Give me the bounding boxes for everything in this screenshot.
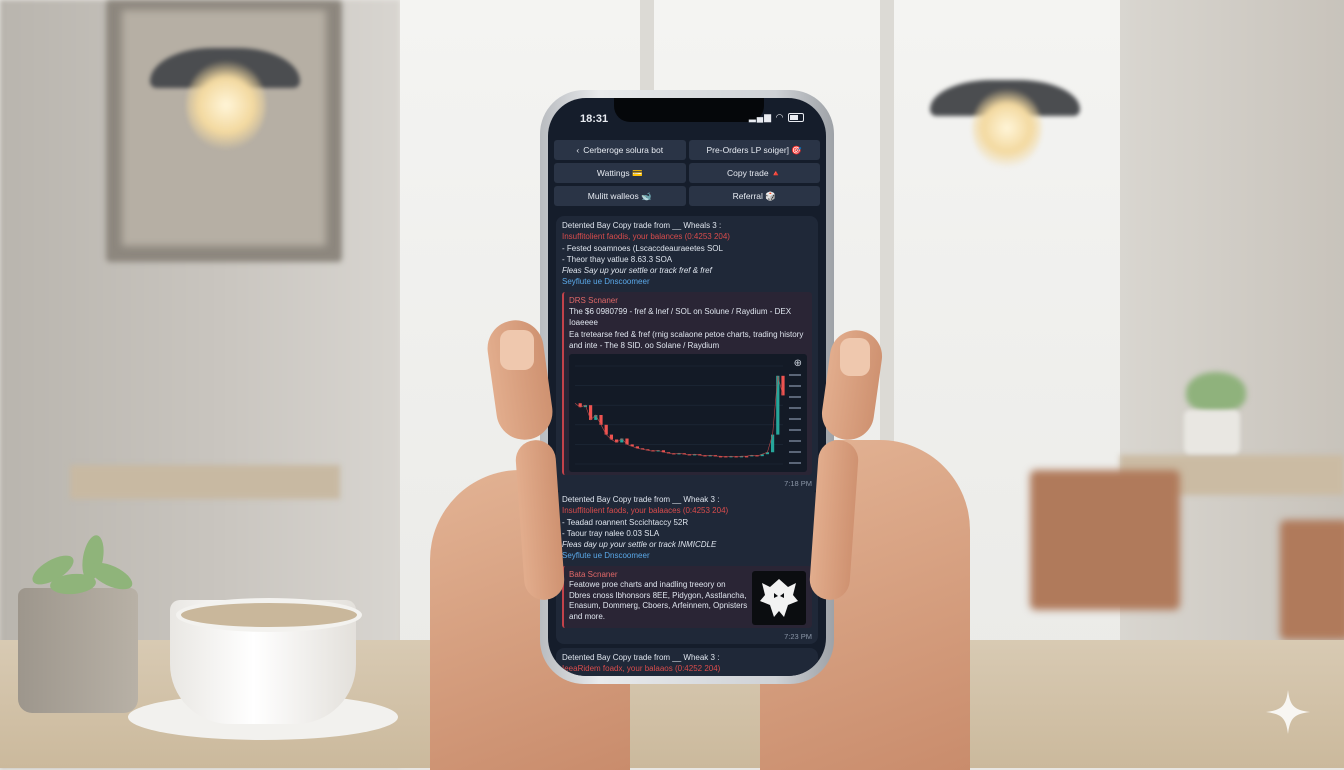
thumbnail: [840, 338, 870, 376]
message-link[interactable]: Seyflute ue Dnscoomeer: [562, 276, 812, 287]
message-warning: Insuffitolient faods, your balaaces (0:4…: [562, 506, 729, 516]
preview-site: DRS Scnaner: [569, 295, 618, 305]
wallets-button[interactable]: Wattings 💳: [554, 163, 686, 183]
back-chevron-icon: ‹: [576, 145, 580, 155]
chart-svg: [574, 365, 801, 465]
pendant-lamp-bulb: [972, 88, 1042, 168]
copy-trade-button[interactable]: Copy trade 🔺: [688, 163, 820, 183]
message-line: Detented Bay Copy trade from __ Wheak 3 …: [562, 653, 720, 662]
pendant-lamp-bulb: [186, 60, 266, 150]
plant-pot: [1184, 410, 1240, 454]
multi-wallets-button[interactable]: Mulitt walleos 🐋: [554, 186, 686, 206]
chart-candle: [589, 405, 593, 421]
preview-site: Bata Scnaner: [569, 569, 618, 579]
sparkle-icon: [1266, 690, 1310, 734]
chart-price-tick: [789, 440, 801, 443]
message-line: - Theor thay vatlue 8.63.3 SOA: [562, 254, 673, 264]
potted-plant: [1186, 372, 1246, 412]
cafe-chair: [1030, 470, 1180, 610]
referral-button[interactable]: Referral 🎲: [688, 186, 820, 206]
pre-orders-button[interactable]: Pre-Orders LP soiger] 🎯: [688, 140, 820, 160]
zoom-icon[interactable]: ⊕: [794, 358, 802, 369]
chart-price-tick: [789, 407, 801, 410]
cafe-chair: [1280, 520, 1344, 640]
message-bubble: Detented Bay Copy trade from __ Wheak 3 …: [556, 490, 818, 644]
chart-price-tick: [789, 396, 801, 399]
message-line: Detented Bay Copy trade from __ Wheak 3 …: [562, 495, 720, 504]
preview-description: Ea tretearse fred & fref (rnig scalaone …: [569, 329, 804, 350]
chart-price-tick: [789, 429, 801, 432]
signal-icon: ▂▄▆: [748, 112, 773, 122]
chart-price-tick: [789, 462, 801, 465]
bot-keyboard: ‹ Cerberoge solura bot Pre-Orders LP soig…: [554, 140, 820, 209]
succulent-pot: [18, 588, 138, 713]
price-chart[interactable]: ⊕: [569, 354, 807, 473]
preview-title: The $6 0980799 - fref & lnef / SOL on So…: [569, 307, 792, 328]
coffee-surface: [176, 598, 362, 632]
message-line: - Fested soamnoes (Lscaccdeauraeetes SOL: [562, 243, 723, 253]
preview-description: Featowe proe charts and inadling treeory…: [569, 580, 748, 621]
chart-price-tick: [789, 385, 801, 388]
message-line: - Teadad roannent Sccichtaccy 52R: [562, 517, 689, 527]
chart-price-line: [574, 375, 784, 458]
status-time: 18:31: [580, 113, 609, 125]
link-preview[interactable]: DRS Scnaner The $6 0980799 - fref & lnef…: [562, 291, 812, 476]
message-time: 7:23 PM: [784, 631, 812, 641]
chart-candle: [599, 415, 603, 426]
chart-price-tick: [789, 418, 801, 421]
chart-price-tick: [789, 451, 801, 454]
battery-icon: [788, 113, 804, 123]
message-line: Detented Bay Copy trade from __ Wheals 3…: [562, 221, 722, 230]
chart-candle: [771, 434, 775, 453]
chart-candle: [776, 376, 780, 435]
message-time: 7:18 PM: [784, 479, 812, 489]
message-line: Fleas Say up your settle or track fref &…: [562, 266, 712, 276]
link-preview[interactable]: Bata Scnaner Featowe proe charts and ina…: [562, 565, 812, 628]
message-link[interactable]: Seyflute ue Dnscoomeer: [562, 550, 812, 561]
cafe-table: [70, 465, 340, 499]
message-bubble: Detented Bay Copy trade from __ Wheals 3…: [556, 216, 818, 493]
bot-menu-button[interactable]: ‹ Cerberoge solura bot: [554, 140, 686, 160]
chart-candle: [781, 376, 785, 396]
chart-candle: [604, 425, 608, 435]
thumbnail: [500, 330, 534, 370]
wifi-icon: ◠: [775, 112, 785, 122]
status-icons: ▂▄▆ ◠: [749, 112, 804, 123]
message-line: Fleas day up your settle or track INMICD…: [562, 540, 717, 550]
phone-notch: [614, 98, 764, 122]
phone-screen: 18:31 ▂▄▆ ◠ ‹ Cerberoge solura bot Pre-Or…: [548, 98, 826, 676]
message-warning: IeeaRidem foadx, your balaaos (0:4252 20…: [562, 664, 721, 674]
message-warning: Insuffitolient faodis, your balances (0:…: [562, 232, 730, 242]
message-bubble: Detented Bay Copy trade from __ Wheak 3 …: [556, 648, 818, 676]
eagle-logo-icon: [752, 570, 806, 625]
chart-price-tick: [789, 374, 801, 377]
message-line: - Taour tray nalee 0.03 SLA: [562, 528, 660, 538]
